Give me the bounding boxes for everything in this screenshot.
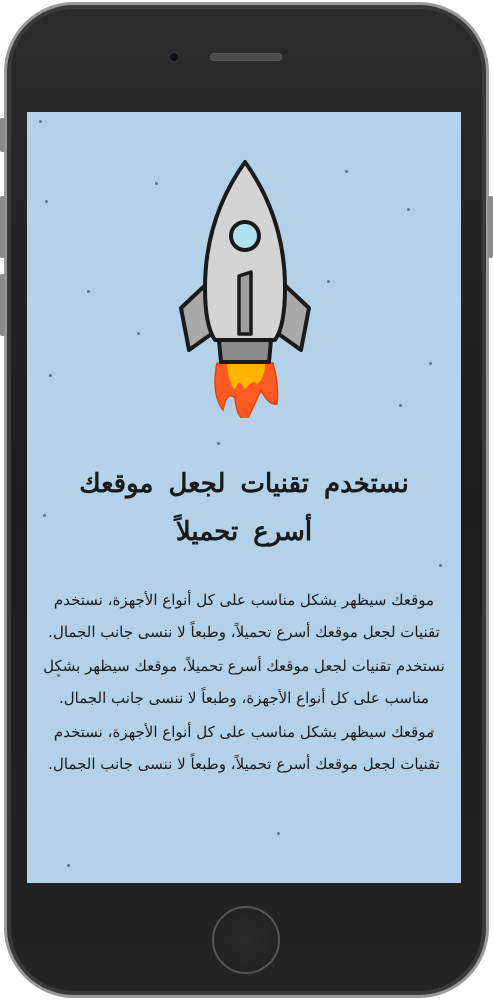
phone-frame: نستخدم تقنيات لجعل موقعك أسرع تحميلاً مو… — [0, 0, 493, 1000]
volume-down-button[interactable] — [0, 274, 5, 336]
earpiece-speaker — [210, 53, 282, 61]
phone-screen: نستخدم تقنيات لجعل موقعك أسرع تحميلاً مو… — [27, 112, 461, 883]
paragraph: نستخدم تقنيات لجعل موقعك أسرع تحميلاً، م… — [43, 657, 445, 707]
paragraph: موقعك سيظهر بشكل مناسب على كل أنواع الأج… — [48, 723, 440, 773]
front-camera — [168, 51, 180, 63]
power-button[interactable] — [488, 196, 493, 258]
body-text: موقعك سيظهر بشكل مناسب على كل أنواع الأج… — [41, 584, 447, 782]
home-button[interactable] — [212, 906, 280, 974]
volume-up-button[interactable] — [0, 196, 5, 258]
page-headline: نستخدم تقنيات لجعل موقعك أسرع تحميلاً — [79, 469, 409, 547]
rocket-icon — [179, 160, 311, 418]
mute-switch[interactable] — [0, 118, 5, 152]
paragraph: موقعك سيظهر بشكل مناسب على كل أنواع الأج… — [48, 591, 440, 641]
